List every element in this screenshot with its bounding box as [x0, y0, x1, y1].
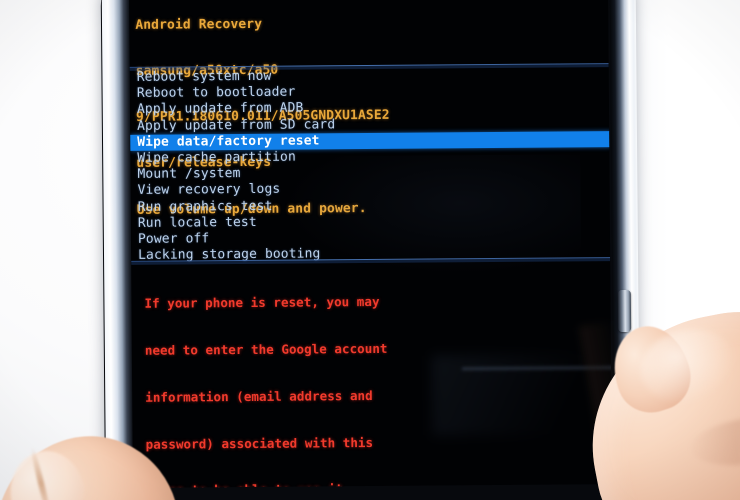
warning-line-0: If your phone is reset, you may [144, 294, 380, 311]
recovery-header-line-0: Android Recovery [135, 16, 263, 33]
warning-line-1: need to enter the Google account [144, 340, 388, 358]
warning-line-3: password) associated with this [145, 434, 374, 452]
factory-reset-warning: If your phone is reset, you may need to … [144, 262, 446, 488]
power-button[interactable] [617, 289, 632, 333]
screenshot-root: Android Recovery samsung/a50xtc/a50 9/PP… [0, 0, 740, 500]
screen-reflection-mid [280, 154, 582, 277]
phone-screen: Android Recovery samsung/a50xtc/a50 9/PP… [129, 0, 612, 488]
warning-line-2: information (email address and [145, 387, 373, 405]
